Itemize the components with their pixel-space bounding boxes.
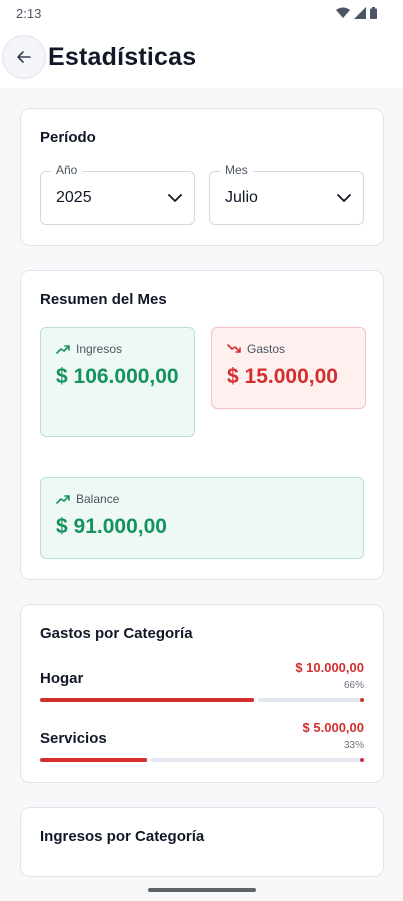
- resumen-card: Resumen del Mes Ingresos $ 106.000,00 Ga…: [20, 270, 384, 580]
- balance-value: $ 91.000,00: [56, 515, 167, 538]
- progress-gap: [253, 697, 258, 703]
- app-bar: Estadísticas: [0, 26, 403, 88]
- ingresos-stat: Ingresos $ 106.000,00: [40, 327, 195, 437]
- gastos-categoria-title: Gastos por Categoría: [40, 625, 193, 642]
- category-name: Hogar: [40, 670, 84, 687]
- category-progress-track: [40, 757, 364, 763]
- trending-up-icon: [56, 345, 70, 354]
- category-row: Hogar $ 10.000,00 66%: [40, 660, 364, 703]
- ingresos-header: Ingresos: [56, 342, 179, 356]
- category-row: Servicios $ 5.000,00 33%: [40, 720, 364, 763]
- gastos-stat: Gastos $ 15.000,00: [211, 327, 366, 409]
- balance-label: Balance: [76, 492, 120, 506]
- gastos-categoria-card: Gastos por Categoría Hogar $ 10.000,00 6…: [20, 604, 384, 783]
- balance-header: Balance: [56, 492, 348, 506]
- trending-down-icon: [227, 344, 241, 353]
- month-select[interactable]: Mes Julio: [209, 163, 364, 225]
- gastos-label: Gastos: [247, 342, 286, 356]
- period-selects: Año 2025 Mes Julio: [40, 163, 364, 225]
- ingresos-categoria-title: Ingresos por Categoría: [40, 828, 205, 845]
- chevron-down-icon: [337, 193, 351, 202]
- ingresos-label: Ingresos: [76, 342, 123, 356]
- balance-stat: Balance $ 91.000,00: [40, 477, 364, 559]
- status-time: 2:13: [16, 5, 42, 21]
- page-title: Estadísticas: [48, 42, 197, 71]
- category-progress-fill: [40, 698, 254, 702]
- year-select[interactable]: Año 2025: [40, 163, 195, 225]
- summary-grid: Ingresos $ 106.000,00 Gastos $ 15.000,00: [40, 327, 366, 437]
- category-progress-track: [40, 697, 364, 703]
- ingresos-categoria-card: Ingresos por Categoría: [20, 807, 384, 877]
- battery-icon: [370, 7, 377, 19]
- wifi-icon: [336, 7, 350, 18]
- chevron-down-icon: [168, 193, 182, 202]
- status-bar: 2:13: [0, 0, 403, 26]
- year-select-value: 2025: [56, 189, 92, 206]
- month-select-value: Julio: [225, 189, 258, 206]
- month-select-label: Mes: [220, 163, 253, 177]
- arrow-left-icon: [17, 51, 31, 63]
- content: Período Año 2025 Mes Julio Resumen del M…: [0, 88, 403, 877]
- status-icons: [336, 7, 377, 19]
- category-percent: 66%: [343, 680, 364, 691]
- gastos-value: $ 15.000,00: [227, 365, 338, 388]
- periodo-card: Período Año 2025 Mes Julio: [20, 108, 384, 246]
- gastos-header: Gastos: [227, 342, 350, 356]
- progress-end-dot: [360, 758, 364, 762]
- category-percent: 33%: [343, 740, 364, 751]
- category-name: Servicios: [40, 730, 107, 747]
- periodo-title: Período: [40, 129, 96, 146]
- gesture-nav-handle[interactable]: [147, 888, 256, 892]
- resumen-title: Resumen del Mes: [40, 291, 167, 308]
- category-progress-fill: [40, 758, 147, 762]
- year-select-label: Año: [51, 163, 83, 177]
- trending-up-icon: [56, 495, 70, 504]
- signal-icon: [354, 7, 366, 19]
- ingresos-value: $ 106.000,00: [56, 365, 179, 388]
- back-button[interactable]: [2, 35, 46, 79]
- category-amount: $ 10.000,00: [295, 660, 364, 675]
- progress-end-dot: [360, 698, 364, 702]
- category-amount: $ 5.000,00: [302, 720, 364, 735]
- progress-gap: [146, 757, 151, 763]
